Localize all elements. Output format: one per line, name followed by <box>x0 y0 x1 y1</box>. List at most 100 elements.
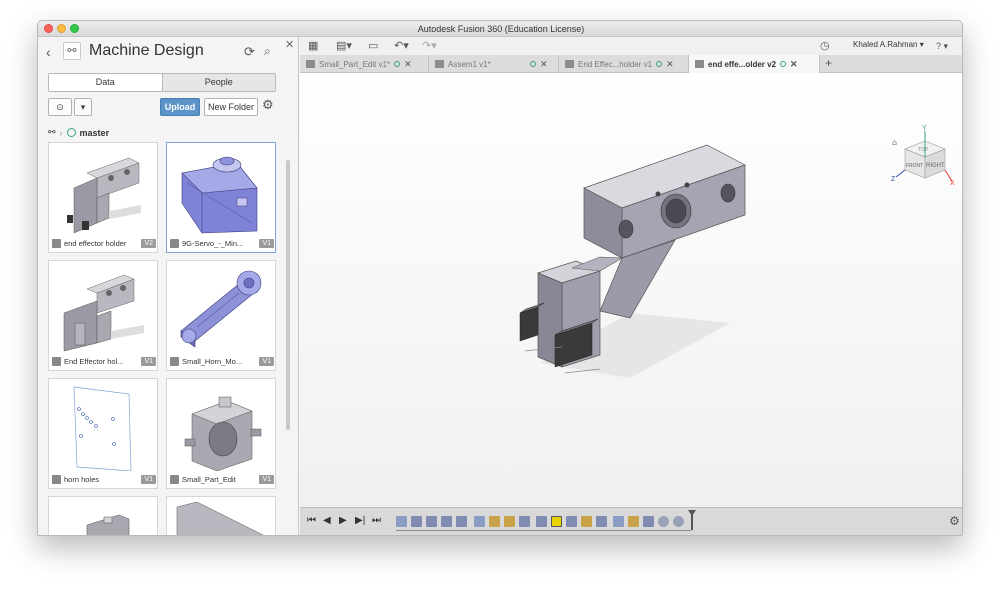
file-card-footer: Small_Horn_Mo... V1 <box>170 354 274 368</box>
save-icon[interactable]: ▭ <box>368 39 378 52</box>
file-card-footer: end effector holder V2 <box>52 236 156 250</box>
gear-icon[interactable]: ⚙ <box>262 97 274 113</box>
help-menu[interactable]: ? ▾ <box>936 41 948 52</box>
hub-breadcrumb-icon[interactable]: ⚯ <box>48 127 56 138</box>
document-tabs: Small_Part_Edit v1* ✕ Assem1 v1* ✕ End E… <box>300 55 962 73</box>
step-forward-icon[interactable]: ▶| <box>355 515 365 526</box>
extrude-feature-icon[interactable] <box>519 516 530 527</box>
gear-icon[interactable]: ⚙ <box>949 514 960 528</box>
breadcrumb-folder[interactable]: master <box>80 128 110 138</box>
play-icon[interactable]: ▶ <box>339 515 347 526</box>
feature-icon[interactable] <box>581 516 592 527</box>
file-card[interactable]: end effector holder V2 <box>48 142 158 253</box>
selected-feature-icon[interactable] <box>551 516 562 527</box>
tab-label: Small_Part_Edit v1* <box>319 59 391 69</box>
model-3d-view[interactable]: TOP FRONT RIGHT Y Z X ⌂ <box>300 73 963 507</box>
file-card[interactable]: horn holes V1 <box>48 378 158 489</box>
refresh-icon[interactable]: ⟳ <box>244 44 255 60</box>
search-icon[interactable]: ⌕ <box>264 44 271 59</box>
close-window-button[interactable] <box>44 24 53 33</box>
sync-status-icon <box>780 61 787 67</box>
fillet-feature-icon[interactable] <box>658 516 669 527</box>
feature-icon[interactable] <box>504 516 515 527</box>
extrude-feature-icon[interactable] <box>643 516 654 527</box>
file-thumbnail <box>180 270 262 348</box>
go-to-end-icon[interactable]: ⏭ <box>372 515 381 526</box>
viewcube[interactable]: TOP FRONT RIGHT Y Z X ⌂ <box>891 125 955 187</box>
extrude-feature-icon[interactable] <box>456 516 467 527</box>
design-file-icon <box>170 238 179 248</box>
file-card[interactable]: Small_Horn_Mo... V1 <box>166 260 276 371</box>
back-arrow-icon[interactable]: ‹ <box>46 44 51 60</box>
grid-menu-icon[interactable]: ▦ <box>308 39 318 52</box>
redo-icon[interactable]: ↷▾ <box>422 39 437 52</box>
design-canvas[interactable]: TOP FRONT RIGHT Y Z X ⌂ <box>300 73 963 507</box>
step-back-icon[interactable]: ◀ <box>323 515 331 526</box>
tab-label: End Effec...holder v1 <box>578 59 653 69</box>
timeline-marker-line[interactable] <box>691 514 693 530</box>
viewcube-front-label[interactable]: FRONT <box>906 163 923 169</box>
file-name: End Effector hol... <box>64 356 124 366</box>
tab-label: Assem1 v1* <box>448 59 491 69</box>
new-folder-button[interactable]: New Folder <box>204 98 258 116</box>
maximize-window-button[interactable] <box>70 24 79 33</box>
version-history-button[interactable]: ⊙ <box>48 98 72 116</box>
file-name: Small_Part_Edit <box>182 474 236 484</box>
feature-icon[interactable] <box>628 516 639 527</box>
file-grid: end effector holder V2 9G-Servo_-_Min...… <box>48 142 278 535</box>
close-icon[interactable]: ✕ <box>666 59 674 70</box>
file-card[interactable]: Small_Part_Edit V1 <box>166 378 276 489</box>
user-menu[interactable]: Khaled A.Rahman ▾ <box>853 40 924 49</box>
move-feature-icon[interactable] <box>613 516 624 527</box>
file-card[interactable]: 9G-Servo_-_Min... V1 <box>166 142 276 253</box>
extrude-feature-icon[interactable] <box>426 516 437 527</box>
extrude-feature-icon[interactable] <box>411 516 422 527</box>
extrude-feature-icon[interactable] <box>536 516 547 527</box>
file-thumbnail <box>67 157 141 234</box>
viewcube-right-label[interactable]: RIGHT <box>926 163 945 169</box>
panel-scrollbar[interactable] <box>286 160 290 430</box>
home-icon[interactable]: ⌂ <box>892 138 897 147</box>
close-icon[interactable]: ✕ <box>540 59 548 70</box>
extrude-feature-icon[interactable] <box>596 516 607 527</box>
feature-icon[interactable] <box>489 516 500 527</box>
document-tab[interactable]: End Effec...holder v1 ✕ <box>559 55 689 73</box>
data-panel: ‹ ⚯ Machine Design ⟳ ⌕ ✕ Data People ⊙ ▾… <box>38 37 299 535</box>
tab-data[interactable]: Data <box>49 74 163 91</box>
window-title: Autodesk Fusion 360 (Education License) <box>417 24 585 34</box>
viewcube-top-label[interactable]: TOP <box>918 147 929 153</box>
file-card-footer: End Effector hol... V1 <box>52 354 156 368</box>
version-badge: V1 <box>259 238 274 248</box>
sketch-feature-icon[interactable] <box>396 516 407 527</box>
app-window: Autodesk Fusion 360 (Education License) … <box>37 20 963 536</box>
upload-button[interactable]: Upload <box>160 98 200 116</box>
panel-tabs: Data People <box>48 73 276 92</box>
hub-icon[interactable]: ⚯ <box>63 42 81 60</box>
document-tab[interactable]: Assem1 v1* ✕ <box>429 55 559 73</box>
sketch-feature-icon[interactable] <box>474 516 485 527</box>
go-to-start-icon[interactable]: ⏮ <box>307 515 316 526</box>
file-card[interactable]: End Effector hol... V1 <box>48 260 158 371</box>
version-badge: V1 <box>141 474 156 484</box>
tab-people[interactable]: People <box>163 74 276 91</box>
fillet-feature-icon[interactable] <box>673 516 684 527</box>
chevron-down-icon[interactable]: ▾ <box>74 98 92 116</box>
new-tab-button[interactable]: + <box>825 56 832 70</box>
document-tab-active[interactable]: end effe...older v2 ✕ <box>689 55 820 73</box>
clock-icon[interactable]: ◷ <box>820 39 830 52</box>
close-panel-icon[interactable]: ✕ <box>285 38 294 51</box>
extrude-feature-icon[interactable] <box>566 516 577 527</box>
file-card-footer: 9G-Servo_-_Min... V1 <box>170 236 274 250</box>
file-thumbnail <box>181 156 258 234</box>
document-tab[interactable]: Small_Part_Edit v1* ✕ <box>300 55 429 73</box>
undo-icon[interactable]: ↶▾ <box>394 39 409 52</box>
extrude-feature-icon[interactable] <box>441 516 452 527</box>
close-icon[interactable]: ✕ <box>790 59 798 70</box>
file-card[interactable] <box>48 496 158 535</box>
file-card-footer: horn holes V1 <box>52 472 156 486</box>
minimize-window-button[interactable] <box>57 24 66 33</box>
design-file-icon <box>52 356 61 366</box>
file-card[interactable] <box>166 496 276 535</box>
close-icon[interactable]: ✕ <box>404 59 412 70</box>
file-menu-icon[interactable]: ▤▾ <box>336 39 352 52</box>
